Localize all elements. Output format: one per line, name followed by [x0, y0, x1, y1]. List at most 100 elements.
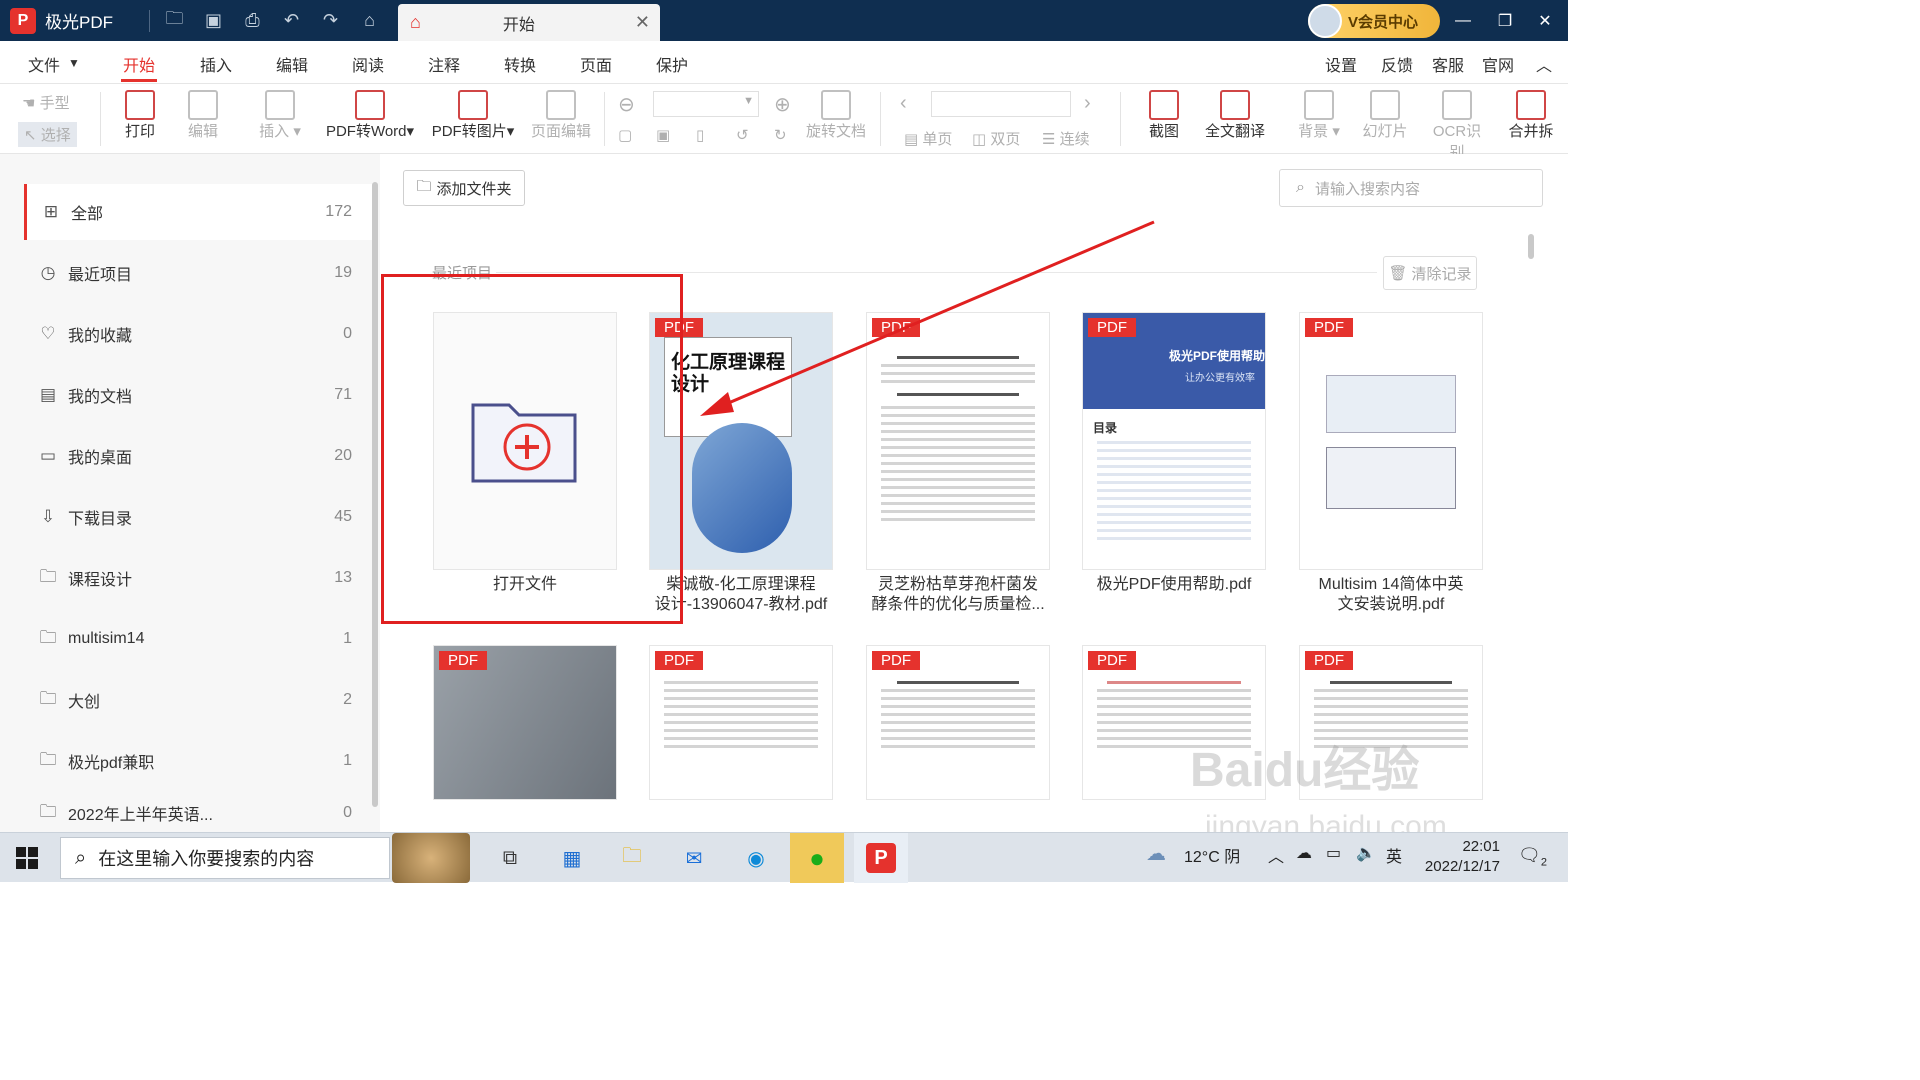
search-highlight-image[interactable]	[392, 833, 470, 883]
menu-page[interactable]: 页面	[580, 52, 612, 76]
onedrive-icon[interactable]: ☁	[1296, 843, 1312, 863]
sidebar-item-folder[interactable]: 🗀 multisim14 1	[24, 611, 372, 667]
weather-text[interactable]: 12°C 阴	[1184, 843, 1240, 867]
rotate-left-icon[interactable]: ↺	[736, 126, 749, 144]
rotate-right-icon[interactable]: ↻	[774, 126, 787, 144]
sidebar-item-folder[interactable]: 🗀 2022年上半年英语... 0	[24, 794, 372, 832]
menu-file[interactable]: 文件	[28, 52, 60, 76]
chevron-up-icon[interactable]: ︿	[1268, 843, 1284, 867]
sidebar-scrollbar[interactable]	[372, 182, 378, 807]
file-card[interactable]: PDF	[866, 645, 1050, 800]
search-input[interactable]: ⌕ 请输入搜索内容	[1279, 169, 1543, 207]
notification-icon[interactable]: 🗨2	[1518, 845, 1547, 869]
file-card[interactable]: 极光PDF使用帮助 让办公更有效率 目录 PDF 极光PDF使用帮助.pdf	[1082, 312, 1266, 595]
file-card[interactable]: PDF Multisim 14简体中英 文安装说明.pdf	[1299, 312, 1483, 615]
menu-feedback[interactable]: 反馈	[1381, 52, 1413, 76]
jiguang-pdf-taskbar-icon[interactable]: P	[854, 833, 908, 883]
ime-indicator[interactable]: 英	[1386, 843, 1402, 867]
chevron-down-icon[interactable]: ▼	[68, 56, 80, 70]
pdf-to-word-button[interactable]: PDF转Word▾	[322, 90, 418, 141]
taskbar-search-placeholder: 在这里输入你要搜索的内容	[98, 849, 315, 869]
redo-icon[interactable]: ↷	[318, 8, 343, 33]
select-tool[interactable]: ↖ 选择	[18, 122, 77, 147]
insert-button[interactable]: 插入 ▾	[252, 90, 308, 141]
page-number-input[interactable]	[931, 91, 1071, 117]
sidebar-item-folder[interactable]: 🗀 极光pdf兼职 1	[24, 733, 372, 789]
close-window-icon[interactable]: ✕	[1522, 0, 1568, 41]
file-card[interactable]: PDF	[649, 645, 833, 800]
cloud-icon[interactable]: ☁	[1146, 841, 1166, 866]
continuous-button[interactable]: ☰ 连续	[1042, 128, 1090, 149]
edge-icon[interactable]: ◉	[736, 839, 776, 877]
page-edit-button[interactable]: 页面编辑	[530, 90, 592, 141]
actual-size-icon[interactable]: ▢	[618, 126, 632, 144]
menu-read[interactable]: 阅读	[352, 52, 384, 76]
menu-protect[interactable]: 保护	[656, 52, 688, 76]
zoom-select[interactable]: ▼	[653, 91, 759, 117]
volume-icon[interactable]: 🔈	[1356, 843, 1376, 863]
print-icon[interactable]: ⎙	[240, 8, 265, 33]
wechat-icon[interactable]: ●	[790, 833, 844, 883]
slideshow-button[interactable]: 幻灯片	[1362, 90, 1408, 141]
mail-icon[interactable]: ✉	[674, 839, 714, 877]
tab-start[interactable]: ⌂ 开始 ✕	[398, 4, 660, 41]
file-card[interactable]: PDF 灵芝粉枯草芽孢杆菌发 酵条件的优化与质量检...	[866, 312, 1050, 615]
background-button[interactable]: 背景 ▾	[1290, 90, 1348, 141]
vip-center-button[interactable]: V会员中心	[1308, 4, 1440, 38]
undo-icon[interactable]: ↶	[279, 8, 304, 33]
menu-convert[interactable]: 转换	[504, 52, 536, 76]
ocr-button[interactable]: OCR识别	[1426, 90, 1488, 162]
zoom-in-icon[interactable]: ⊕	[774, 92, 791, 117]
edit-button[interactable]: 编辑	[185, 90, 221, 141]
folder-icon: 🗀	[39, 566, 57, 586]
fit-page-icon[interactable]: ▣	[656, 126, 670, 144]
pdf-to-image-button[interactable]: PDF转图片▾	[430, 90, 516, 141]
file-explorer-icon[interactable]: 🗀	[612, 839, 652, 877]
zoom-out-icon[interactable]: ⊖	[618, 92, 635, 117]
merge-button[interactable]: 合并拆	[1506, 90, 1556, 141]
sidebar-item-folder[interactable]: 🗀 大创 2	[24, 672, 372, 728]
task-view-icon[interactable]: ⧉	[490, 839, 530, 877]
minimize-icon[interactable]: —	[1440, 0, 1486, 41]
screenshot-button[interactable]: 截图	[1146, 90, 1182, 141]
single-page-button[interactable]: ▤ 单页	[904, 128, 952, 149]
next-page-icon[interactable]: ›	[1084, 92, 1091, 115]
save-icon[interactable]: ▣	[201, 8, 226, 33]
windows-start-icon[interactable]	[16, 847, 38, 869]
close-tab-icon[interactable]: ✕	[635, 12, 650, 33]
sidebar-item-desktop[interactable]: ▭ 我的桌面 20	[24, 428, 372, 484]
menu-start[interactable]: 开始	[123, 52, 155, 76]
store-icon[interactable]: ▦	[552, 839, 592, 877]
menu-edit[interactable]: 编辑	[276, 52, 308, 76]
main-scrollbar[interactable]	[1528, 234, 1534, 259]
menu-service[interactable]: 客服	[1432, 52, 1464, 76]
menu-annotate[interactable]: 注释	[428, 52, 460, 76]
add-folder-button[interactable]: 🗀 添加文件夹	[403, 170, 525, 206]
sidebar-item-all[interactable]: ⊞ 全部 172	[24, 184, 372, 240]
print-button[interactable]: 打印	[122, 90, 158, 141]
menu-website[interactable]: 官网	[1482, 52, 1514, 76]
clear-history-button[interactable]: 🗑 清除记录	[1383, 256, 1477, 290]
taskbar-search-input[interactable]: ⌕ 在这里输入你要搜索的内容	[60, 837, 390, 879]
menu-settings[interactable]: 设置	[1325, 52, 1357, 76]
open-folder-icon[interactable]: 🗀	[162, 8, 187, 33]
sidebar-item-documents[interactable]: ▤ 我的文档 71	[24, 367, 372, 423]
chevron-up-icon[interactable]: ︿	[1536, 52, 1552, 76]
avatar[interactable]	[1308, 4, 1342, 38]
fit-width-icon[interactable]: ▯	[696, 126, 704, 144]
translate-button[interactable]: 全文翻译	[1204, 90, 1266, 141]
double-page-button[interactable]: ◫ 双页	[972, 128, 1020, 149]
file-thumb: PDF	[866, 645, 1050, 800]
sidebar-item-favorites[interactable]: ♡ 我的收藏 0	[24, 306, 372, 362]
rotate-doc-button[interactable]: 旋转文档	[806, 90, 866, 141]
sidebar-item-downloads[interactable]: ⇩ 下载目录 45	[24, 489, 372, 545]
hand-tool[interactable]: ☚ 手型	[22, 92, 70, 113]
sidebar-item-recent[interactable]: ◷ 最近项目 19	[24, 245, 372, 301]
menu-insert[interactable]: 插入	[200, 52, 232, 76]
battery-icon[interactable]: ▭	[1326, 843, 1341, 863]
sidebar-item-folder[interactable]: 🗀 课程设计 13	[24, 550, 372, 606]
home-icon[interactable]: ⌂	[357, 8, 382, 33]
prev-page-icon[interactable]: ‹	[900, 92, 907, 115]
file-card[interactable]: PDF	[433, 645, 617, 800]
clock[interactable]: 22:01 2022/12/17	[1410, 837, 1500, 877]
